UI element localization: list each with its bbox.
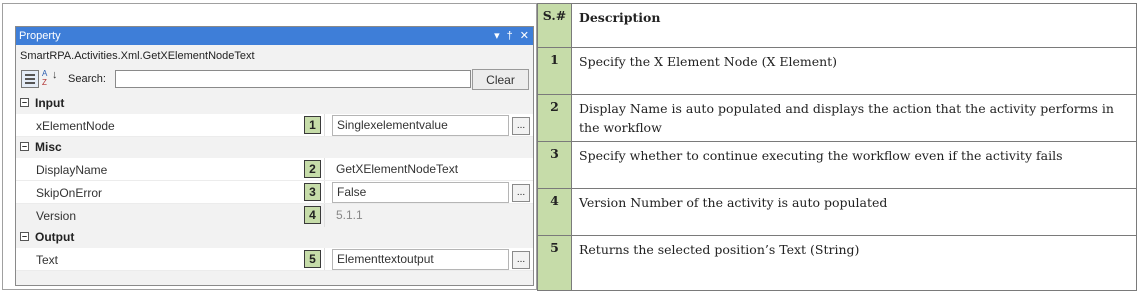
text-value-field[interactable]: Elementtextoutput xyxy=(332,249,509,270)
skiponerror-value-field[interactable]: False xyxy=(332,182,509,203)
search-input[interactable] xyxy=(115,70,471,88)
table-row: 5 Returns the selected position’s Text (… xyxy=(537,235,1137,291)
row-description: Specify whether to continue executing th… xyxy=(571,141,1137,189)
collapse-icon[interactable]: – xyxy=(20,98,29,107)
property-title: Property xyxy=(19,30,61,42)
close-icon[interactable]: ✕ xyxy=(520,27,529,45)
search-label: Search: xyxy=(68,73,106,85)
table-row: 2 Display Name is auto populated and dis… xyxy=(537,94,1137,142)
activity-type-name: SmartRPA.Activities.Xml.GetXElementNodeT… xyxy=(16,45,533,67)
callout-badge: 3 xyxy=(304,183,321,201)
row-description: Specify the X Element Node (X Element) xyxy=(571,47,1137,95)
property-name: Version xyxy=(36,209,77,223)
row-description: Returns the selected position’s Text (St… xyxy=(571,235,1137,291)
property-grid: – Input xElementNode 1 Singlexelementval… xyxy=(16,93,533,271)
table-row: 1 Specify the X Element Node (X Element) xyxy=(537,47,1137,95)
property-name: SkipOnError xyxy=(36,186,103,200)
property-titlebar: Property ▾ † ✕ xyxy=(16,27,533,45)
version-value: 5.1.1 xyxy=(336,208,363,222)
row-sn: 4 xyxy=(537,188,572,236)
categorized-view-icon[interactable] xyxy=(21,70,39,88)
category-output[interactable]: – Output xyxy=(16,227,533,248)
ellipsis-button[interactable]: ... xyxy=(512,117,530,135)
row-sn: 3 xyxy=(537,141,572,189)
titlebar-icons: ▾ † ✕ xyxy=(494,27,529,45)
xelementnode-value-field[interactable]: Singlexelementvalue xyxy=(332,115,509,136)
callout-badge: 1 xyxy=(304,116,321,134)
ellipsis-button[interactable]: ... xyxy=(512,184,530,202)
property-panel: Property ▾ † ✕ SmartRPA.Activities.Xml.G… xyxy=(15,26,534,286)
header-sn: S.# xyxy=(537,3,572,48)
property-row-skiponerror[interactable]: SkipOnError 3 False ... xyxy=(16,181,533,204)
property-row-displayname[interactable]: DisplayName 2 GetXElementNodeText xyxy=(16,158,533,181)
clear-button[interactable]: Clear xyxy=(472,69,529,90)
callout-badge: 5 xyxy=(304,250,321,268)
row-sn: 2 xyxy=(537,94,572,142)
dropdown-arrow-icon[interactable]: ▾ xyxy=(494,27,500,45)
property-row-text[interactable]: Text 5 Elementtextoutput ... xyxy=(16,248,533,271)
displayname-value[interactable]: GetXElementNodeText xyxy=(336,162,458,176)
table-header-row: S.# Description xyxy=(537,3,1137,48)
row-description: Display Name is auto populated and displ… xyxy=(571,94,1137,142)
collapse-icon[interactable]: – xyxy=(20,142,29,151)
category-label: Output xyxy=(35,230,75,244)
collapse-icon[interactable]: – xyxy=(20,232,29,241)
row-description: Version Number of the activity is auto p… xyxy=(571,188,1137,236)
table-row: 4 Version Number of the activity is auto… xyxy=(537,188,1137,236)
table-row: 3 Specify whether to continue executing … xyxy=(537,141,1137,189)
description-table: S.# Description 1 Specify the X Element … xyxy=(537,3,1137,291)
sort-alphabetical-icon[interactable]: AZ ↓ xyxy=(42,69,60,89)
property-name: Text xyxy=(36,253,59,267)
callout-badge: 4 xyxy=(304,206,321,224)
ellipsis-button[interactable]: ... xyxy=(512,251,530,269)
category-misc[interactable]: – Misc xyxy=(16,137,533,158)
property-name: xElementNode xyxy=(36,119,115,133)
row-sn: 5 xyxy=(537,235,572,291)
category-label: Misc xyxy=(35,140,62,154)
callout-badge: 2 xyxy=(304,160,321,178)
property-row-xelementnode[interactable]: xElementNode 1 Singlexelementvalue ... xyxy=(16,114,533,137)
header-description: Description xyxy=(571,3,1137,48)
category-input[interactable]: – Input xyxy=(16,93,533,114)
property-panel-cell: Property ▾ † ✕ SmartRPA.Activities.Xml.G… xyxy=(2,3,537,290)
property-name: DisplayName xyxy=(36,163,108,177)
property-toolbar: AZ ↓ Search: Clear xyxy=(16,67,533,93)
row-sn: 1 xyxy=(537,47,572,95)
property-row-version: Version 4 5.1.1 xyxy=(16,204,533,227)
category-label: Input xyxy=(35,96,65,110)
pin-icon[interactable]: † xyxy=(507,27,513,45)
